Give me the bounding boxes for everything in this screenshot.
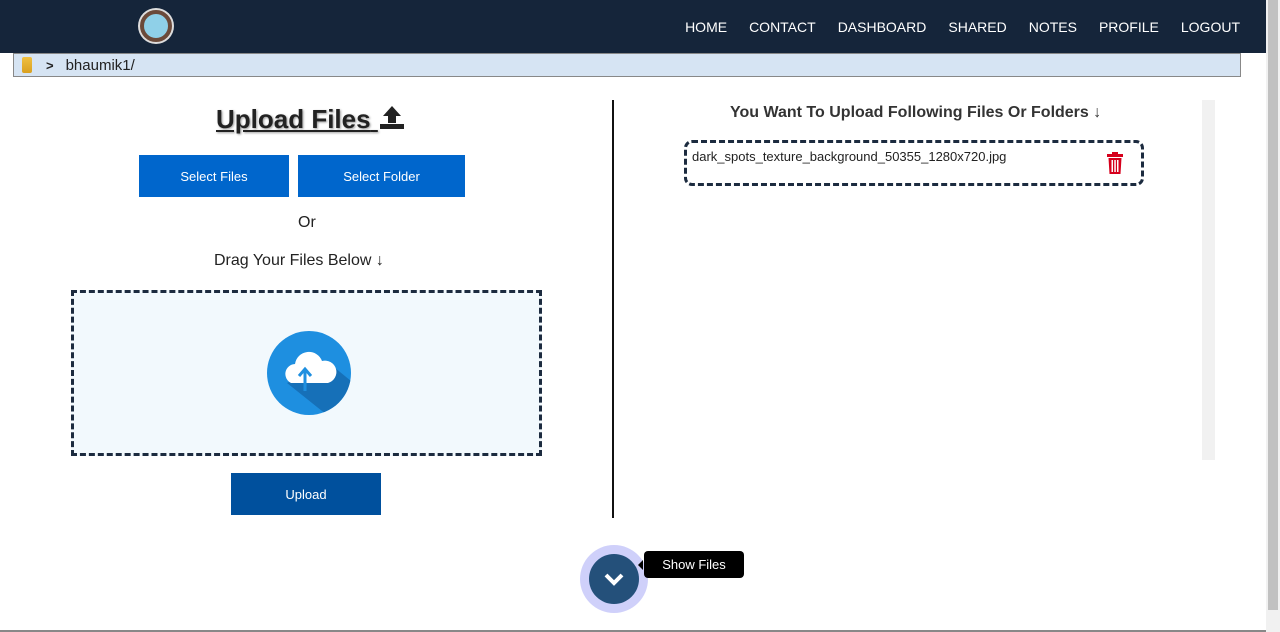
queue-title-text: You Want To Upload Following Files Or Fo…: [730, 104, 1089, 121]
arrow-down-icon: ↓: [1093, 104, 1102, 121]
chevron-down-icon: [604, 573, 624, 586]
nav-notes[interactable]: NOTES: [1029, 19, 1077, 35]
show-files-button-inner[interactable]: [589, 554, 639, 604]
cloud-upload-icon: [267, 331, 351, 415]
list-item: dark_spots_texture_background_50355_1280…: [684, 140, 1144, 186]
arrow-down-icon: ↓: [375, 252, 384, 269]
nav-profile[interactable]: PROFILE: [1099, 19, 1159, 35]
upload-icon: [379, 106, 404, 129]
folder-icon: [22, 57, 32, 73]
select-files-button[interactable]: Select Files: [139, 155, 289, 197]
page-scrollbar-thumb[interactable]: [1268, 0, 1278, 610]
page-title-text: Upload Files: [216, 104, 371, 134]
upload-button[interactable]: Upload: [231, 473, 381, 515]
page-title: Upload Files: [216, 104, 406, 135]
show-files-button[interactable]: [580, 545, 648, 613]
nav-dashboard[interactable]: DASHBOARD: [838, 19, 927, 35]
nav-contact[interactable]: CONTACT: [749, 19, 816, 35]
chevron-right-icon: >: [46, 57, 54, 73]
page-scrollbar[interactable]: [1266, 0, 1280, 632]
divider: [612, 100, 614, 518]
breadcrumb-path[interactable]: bhaumik1/: [66, 57, 135, 74]
file-name: dark_spots_texture_background_50355_1280…: [692, 149, 1007, 164]
select-folder-button[interactable]: Select Folder: [298, 155, 465, 197]
queue-scrollbar[interactable]: [1202, 100, 1215, 460]
queue-title: You Want To Upload Following Files Or Fo…: [730, 104, 1101, 122]
drag-label: Drag Your Files Below ↓: [214, 252, 384, 270]
breadcrumb: > bhaumik1/: [13, 53, 1241, 77]
tooltip: Show Files: [638, 551, 744, 578]
drag-label-text: Drag Your Files Below: [214, 252, 372, 269]
navbar: HOME CONTACT DASHBOARD SHARED NOTES PROF…: [0, 0, 1266, 53]
or-label: Or: [298, 214, 316, 231]
nav-logout[interactable]: LOGOUT: [1181, 19, 1240, 35]
logo[interactable]: [140, 10, 172, 42]
drop-zone[interactable]: [71, 290, 542, 456]
nav-shared[interactable]: SHARED: [948, 19, 1006, 35]
nav-home[interactable]: HOME: [685, 19, 727, 35]
trash-icon[interactable]: [1107, 152, 1123, 174]
